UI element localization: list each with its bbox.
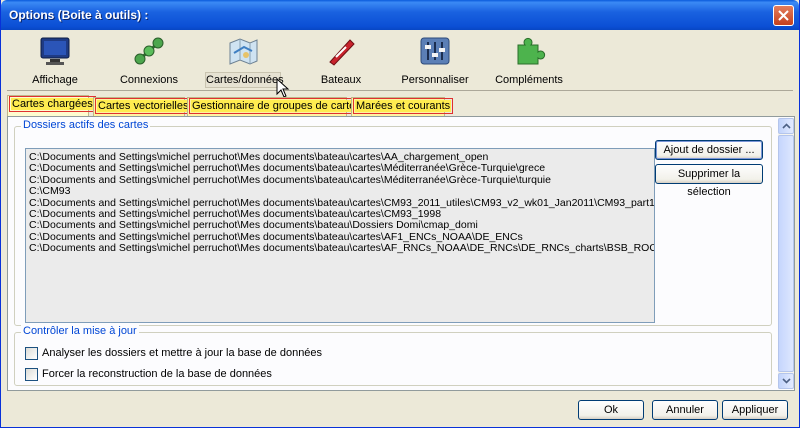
apply-button[interactable]: Appliquer <box>722 400 788 420</box>
close-icon <box>778 10 789 21</box>
rebuild-checkbox-label: Forcer la reconstruction de la base de d… <box>42 368 272 380</box>
mouse-cursor-icon <box>276 78 290 98</box>
update-group: Contrôler la mise à jour Analyser les do… <box>14 325 772 386</box>
dossiers-list[interactable]: C:\Documents and Settings\michel perruch… <box>25 148 655 323</box>
options-window: Options (Boite à outils) : Affichage Con… <box>0 0 800 428</box>
update-legend: Contrôler la mise à jour <box>21 325 139 337</box>
rebuild-checkbox[interactable] <box>25 367 38 381</box>
ok-button[interactable]: Ok <box>578 400 644 420</box>
title-bar[interactable]: Options (Boite à outils) : <box>1 0 799 30</box>
tab-cartes-vectorielles[interactable]: Cartes vectorielles <box>93 97 192 116</box>
charts-icon <box>229 38 258 65</box>
close-button[interactable] <box>773 5 794 26</box>
scroll-up-button[interactable] <box>778 118 794 134</box>
chevron-up-icon <box>781 123 791 129</box>
boat-icon <box>329 39 355 66</box>
dossiers-legend: Dossiers actifs des cartes <box>21 119 151 131</box>
tool-affichage[interactable]: Affichage <box>13 31 97 89</box>
scroll-thumb[interactable] <box>778 135 794 372</box>
dossiers-group: Dossiers actifs des cartes C:\Documents … <box>14 119 772 326</box>
list-item[interactable]: C:\CM93 <box>29 185 651 197</box>
options-toolbar: Affichage Connexions Cartes/données Bate… <box>7 31 793 91</box>
tool-connexions[interactable]: Connexions <box>107 31 191 89</box>
puzzle-icon <box>517 37 546 65</box>
vertical-scrollbar[interactable] <box>778 118 794 389</box>
scan-option[interactable]: Analyser les dossiers et mettre à jour l… <box>25 346 322 360</box>
scroll-down-button[interactable] <box>778 373 794 389</box>
monitor-icon <box>40 37 70 65</box>
tool-complements[interactable]: Compléments <box>487 31 571 89</box>
scan-checkbox[interactable] <box>25 346 38 360</box>
chevron-down-icon <box>781 378 791 384</box>
cancel-button[interactable]: Annuler <box>652 400 718 420</box>
tool-personnaliser[interactable]: Personnaliser <box>393 31 477 89</box>
remove-selection-button[interactable]: Supprimer la sélection <box>655 164 763 198</box>
list-item[interactable]: C:\Documents and Settings\michel perruch… <box>29 174 651 186</box>
tab-gestionnaire-groupes[interactable]: Gestionnaire de groupes de cartes <box>187 97 364 116</box>
rebuild-option[interactable]: Forcer la reconstruction de la base de d… <box>25 367 272 381</box>
connections-icon <box>134 37 164 65</box>
sliders-icon <box>420 37 450 65</box>
list-item[interactable]: C:\Documents and Settings\michel perruch… <box>29 242 654 254</box>
scan-checkbox-label: Analyser les dossiers et mettre à jour l… <box>42 347 323 359</box>
tab-panel: Dossiers actifs des cartes C:\Documents … <box>7 116 795 391</box>
tool-bateaux[interactable]: Bateaux <box>299 31 383 89</box>
add-folder-button[interactable]: Ajout de dossier ... <box>655 140 763 160</box>
tab-cartes-chargees[interactable]: Cartes chargées <box>7 95 96 116</box>
tool-cartes-donnees[interactable]: Cartes/données <box>205 31 284 89</box>
window-title: Options (Boite à outils) : <box>9 8 149 22</box>
tab-marees-courants[interactable]: Marées et courants <box>351 97 454 116</box>
